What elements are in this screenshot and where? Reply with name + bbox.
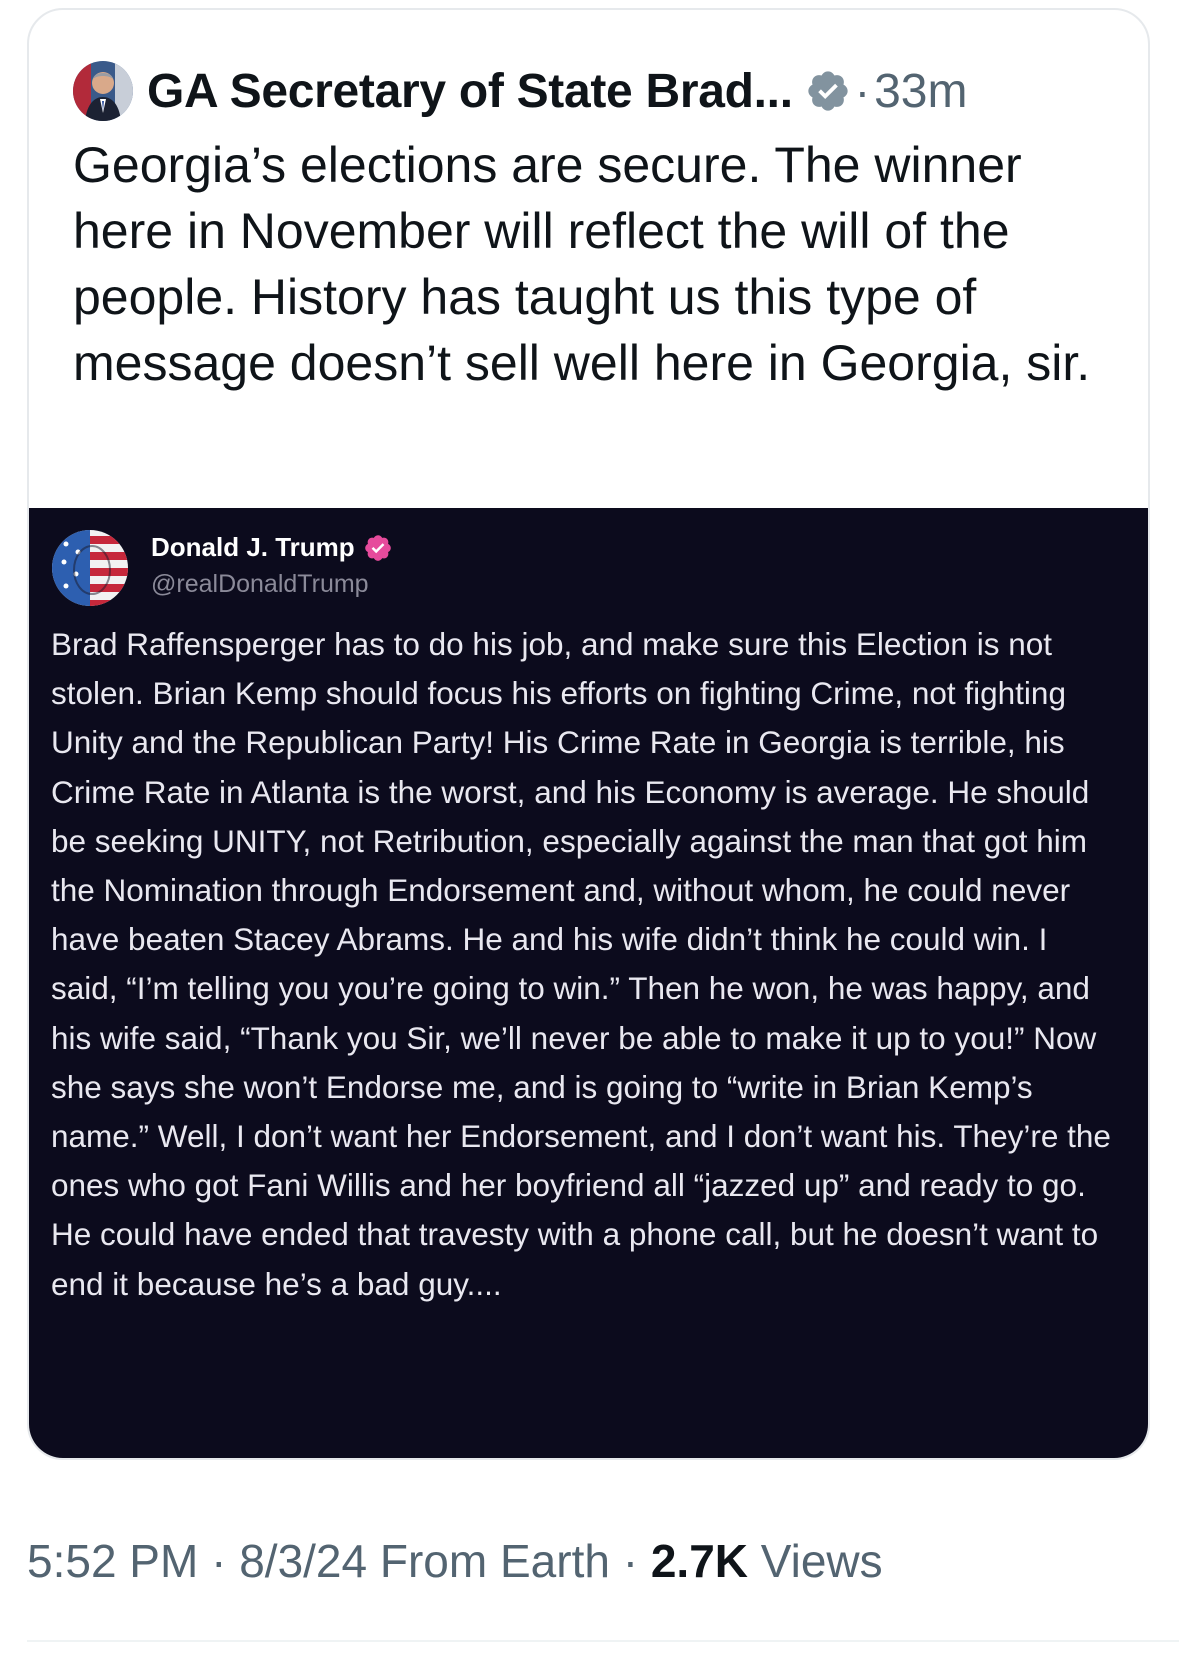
embedded-author-name: Donald J. Trump [151,532,355,562]
views-count[interactable]: 2.7K [651,1535,748,1587]
post-text: Georgia’s elections are secure. The winn… [73,137,1091,391]
embedded-author-row: Donald J. Trump [151,532,393,563]
author-avatar[interactable] [73,61,133,121]
header-separator: · [854,65,871,117]
post-header: GA Secretary of State Brad... · 33m [73,56,967,126]
divider [27,1640,1179,1642]
post-meta-footer: 5:52 PM · 8/3/24 From Earth · 2.7K Views [27,1534,883,1588]
verified-badge-icon [364,534,391,561]
quote-post-card[interactable]: GA Secretary of State Brad... · 33m Geor… [27,8,1150,1460]
meta-separator: · [609,1535,651,1587]
post-timestamp[interactable]: 33m [874,64,967,119]
embedded-author-avatar [52,530,128,606]
post-date[interactable]: 8/3/24 [239,1535,367,1587]
post-time[interactable]: 5:52 PM [27,1535,198,1587]
post-source: From Earth [367,1535,610,1587]
embedded-author-handle: @realDonaldTrump [151,570,369,598]
views-label: Views [748,1535,883,1587]
meta-separator: · [198,1535,240,1587]
embedded-post-image[interactable]: Donald J. Trump @realDonaldTrump Brad Ra… [29,508,1148,1458]
author-name[interactable]: GA Secretary of State Brad... [147,64,793,119]
verified-badge-icon [808,71,848,111]
embedded-post-text: Brad Raffensperger has to do his job, an… [51,626,1111,1302]
